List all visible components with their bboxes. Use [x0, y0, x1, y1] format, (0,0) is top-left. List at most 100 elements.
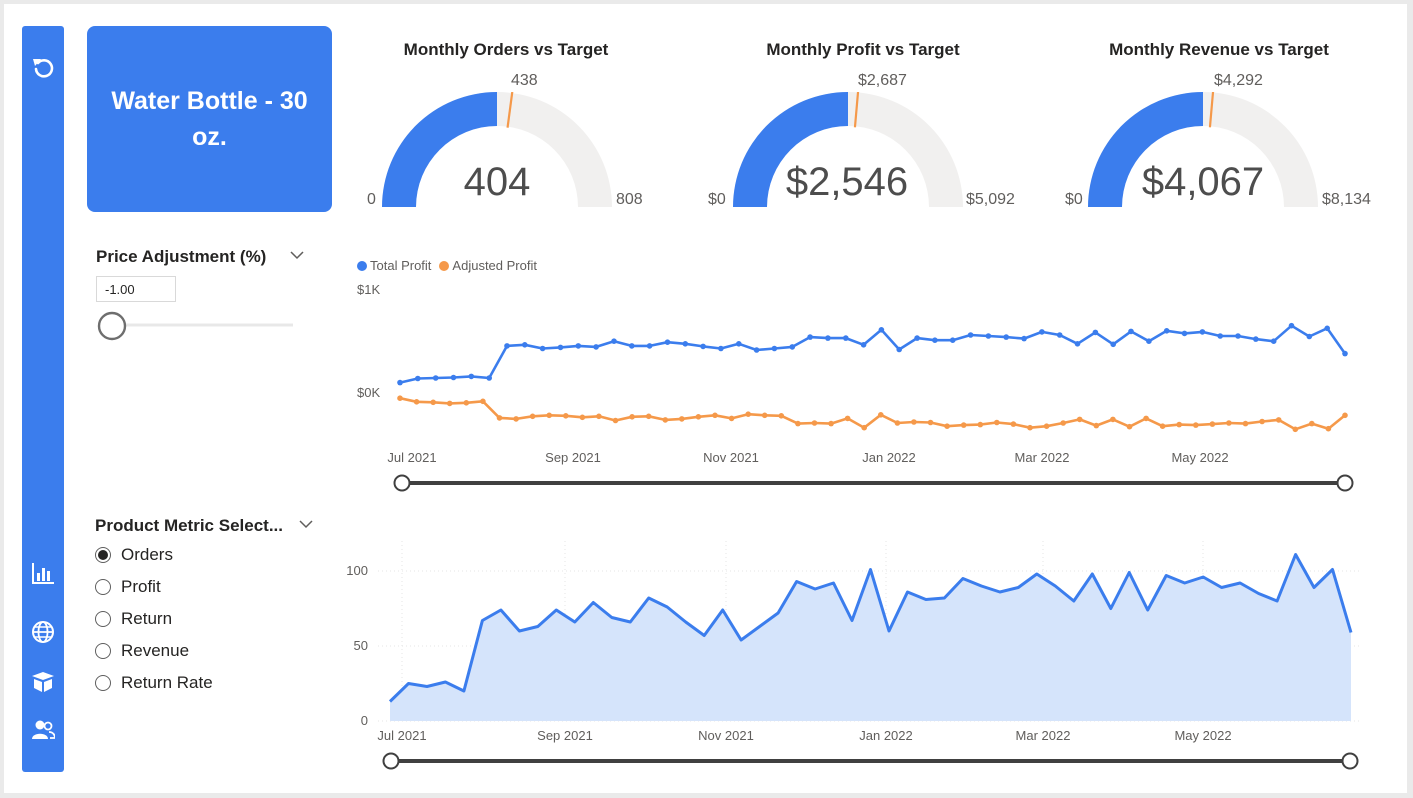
data-point[interactable] — [1159, 423, 1166, 430]
data-point[interactable] — [646, 343, 653, 349]
data-point[interactable] — [397, 379, 403, 386]
data-point[interactable] — [1060, 420, 1066, 426]
data-point[interactable] — [1110, 416, 1116, 423]
data-point[interactable] — [1270, 338, 1277, 345]
data-point[interactable] — [728, 415, 735, 422]
data-point[interactable] — [1027, 424, 1033, 431]
data-point[interactable] — [828, 420, 834, 427]
profit-line-chart[interactable]: $1K $0K Jul 2021 Sep 2021 Nov 2021 Jan 2022 Ma… — [0, 0, 1413, 798]
data-point[interactable] — [496, 415, 503, 421]
data-point[interactable] — [1181, 330, 1188, 337]
data-point[interactable] — [944, 423, 950, 430]
data-point[interactable] — [695, 414, 702, 420]
data-point[interactable] — [860, 342, 867, 348]
data-point[interactable] — [1093, 422, 1100, 429]
data-point[interactable] — [1146, 338, 1152, 345]
data-point[interactable] — [539, 345, 546, 352]
data-point[interactable] — [1143, 415, 1149, 422]
orders-area-chart[interactable]: 0 50 100 Jul 2021 Sep 2021 Nov 2021 Jan 2022 Ma… — [346, 541, 1360, 770]
data-point[interactable] — [1235, 333, 1241, 339]
data-point[interactable] — [1226, 420, 1232, 426]
data-point[interactable] — [612, 417, 619, 424]
data-point[interactable] — [579, 414, 586, 421]
data-point[interactable] — [1043, 423, 1050, 430]
date-range-slider-end-handle[interactable] — [1341, 752, 1359, 770]
data-point[interactable] — [645, 413, 652, 420]
data-point[interactable] — [700, 343, 706, 350]
data-point[interactable] — [825, 335, 831, 341]
data-point[interactable] — [1003, 334, 1009, 340]
data-point[interactable] — [486, 375, 493, 381]
date-range-slider-start-handle[interactable] — [382, 752, 400, 770]
data-point[interactable] — [1309, 420, 1315, 427]
data-point[interactable] — [712, 412, 718, 419]
data-point[interactable] — [679, 416, 685, 422]
data-point[interactable] — [911, 419, 917, 425]
data-point[interactable] — [1259, 418, 1265, 425]
data-point[interactable] — [1253, 336, 1259, 342]
data-point[interactable] — [778, 413, 785, 419]
data-point[interactable] — [807, 334, 813, 340]
data-point[interactable] — [949, 337, 956, 344]
data-point[interactable] — [1076, 416, 1083, 423]
data-point[interactable] — [430, 399, 437, 406]
data-point[interactable] — [843, 335, 849, 341]
data-point[interactable] — [878, 412, 884, 418]
data-point[interactable] — [463, 400, 470, 406]
data-point[interactable] — [927, 419, 934, 426]
data-point[interactable] — [960, 422, 967, 428]
data-point[interactable] — [844, 415, 851, 422]
data-point[interactable] — [397, 395, 403, 402]
data-point[interactable] — [1209, 421, 1216, 427]
data-point[interactable] — [985, 333, 992, 339]
data-point[interactable] — [967, 332, 974, 338]
data-point[interactable] — [994, 419, 1000, 426]
data-point[interactable] — [415, 375, 421, 382]
data-point[interactable] — [662, 417, 669, 423]
data-point[interactable] — [1324, 325, 1330, 332]
data-point[interactable] — [811, 420, 818, 426]
data-point[interactable] — [563, 413, 569, 419]
data-point[interactable] — [914, 335, 920, 341]
data-point[interactable] — [522, 342, 528, 348]
data-point[interactable] — [546, 412, 552, 419]
data-point[interactable] — [771, 345, 778, 352]
data-point[interactable] — [513, 416, 519, 422]
data-point[interactable] — [629, 414, 635, 420]
data-point[interactable] — [1021, 335, 1027, 342]
data-point[interactable] — [557, 344, 564, 351]
data-point[interactable] — [896, 346, 902, 353]
data-point[interactable] — [629, 343, 635, 349]
data-point[interactable] — [1217, 333, 1223, 339]
data-point[interactable] — [745, 411, 751, 418]
data-point[interactable] — [468, 373, 475, 380]
data-point[interactable] — [932, 337, 938, 344]
date-range-slider-end-handle[interactable] — [1336, 474, 1354, 492]
data-point[interactable] — [761, 412, 768, 419]
data-point[interactable] — [480, 398, 486, 405]
data-point[interactable] — [504, 343, 510, 349]
data-point[interactable] — [1110, 341, 1116, 348]
data-point[interactable] — [977, 421, 984, 428]
data-point[interactable] — [1275, 417, 1282, 423]
data-point[interactable] — [753, 347, 760, 353]
data-point[interactable] — [1306, 333, 1313, 340]
data-point[interactable] — [1342, 350, 1348, 357]
data-point[interactable] — [789, 344, 796, 350]
date-range-slider-start-handle[interactable] — [393, 474, 411, 492]
data-point[interactable] — [450, 374, 457, 381]
data-point[interactable] — [894, 420, 901, 426]
data-point[interactable] — [1074, 341, 1081, 347]
data-point[interactable] — [736, 341, 742, 347]
data-point[interactable] — [593, 344, 599, 350]
data-point[interactable] — [1056, 332, 1063, 338]
data-point[interactable] — [446, 400, 453, 407]
data-point[interactable] — [1288, 322, 1295, 329]
data-point[interactable] — [1292, 426, 1299, 433]
data-point[interactable] — [664, 339, 671, 346]
data-point[interactable] — [1092, 329, 1099, 336]
data-point[interactable] — [1126, 423, 1133, 430]
data-point[interactable] — [1010, 421, 1017, 427]
data-point[interactable] — [861, 424, 867, 431]
data-point[interactable] — [1128, 328, 1134, 335]
